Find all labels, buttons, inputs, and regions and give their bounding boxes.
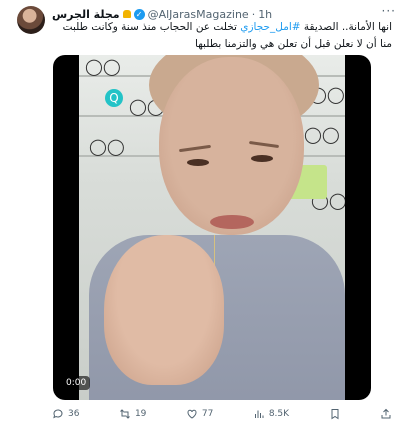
more-icon[interactable]: ···: [382, 4, 396, 18]
repost-count: 19: [134, 409, 147, 419]
like-icon: [187, 409, 197, 419]
views-button[interactable]: 8.5K: [253, 408, 289, 420]
tweet-text: انها الأمانة.. الصديقة #امل_حجازي تخلت ع…: [52, 19, 392, 53]
bookmark-button[interactable]: [329, 408, 341, 420]
tweet-text-before: انها الأمانة.. الصديقة: [300, 21, 392, 33]
reply-button[interactable]: 36: [52, 408, 79, 420]
repost-icon: [120, 409, 130, 419]
reply-count: 36: [68, 409, 80, 419]
avatar[interactable]: [17, 6, 45, 34]
video-duration: 0:00: [62, 376, 91, 390]
hashtag-link[interactable]: #امل_حجازي: [240, 21, 300, 33]
views-icon: [254, 410, 264, 418]
views-count: 8.5K: [268, 409, 290, 419]
bookmark-icon: [331, 409, 339, 420]
share-button[interactable]: [380, 408, 392, 420]
verified-icon: ✓: [133, 8, 145, 20]
action-bar: 36 19 77 8.5K: [52, 406, 392, 422]
like-count: 77: [201, 409, 214, 419]
like-button[interactable]: 77: [186, 408, 213, 420]
bell-icon: [122, 10, 131, 18]
video-player[interactable]: ◯◯ ◯◯ ◯◯ ◯◯ ◯◯ ◯◯ Q 0:00: [53, 55, 371, 400]
share-icon: [381, 408, 391, 419]
video-frame: ◯◯ ◯◯ ◯◯ ◯◯ ◯◯ ◯◯ Q: [79, 55, 345, 400]
tweet[interactable]: مجلة الجرس ✓ @AlJarasMagazine · 1h ··· ا…: [0, 0, 404, 435]
repost-button[interactable]: 19: [119, 408, 146, 420]
reply-icon: [53, 409, 63, 419]
watermark-logo-icon: Q: [105, 89, 123, 107]
